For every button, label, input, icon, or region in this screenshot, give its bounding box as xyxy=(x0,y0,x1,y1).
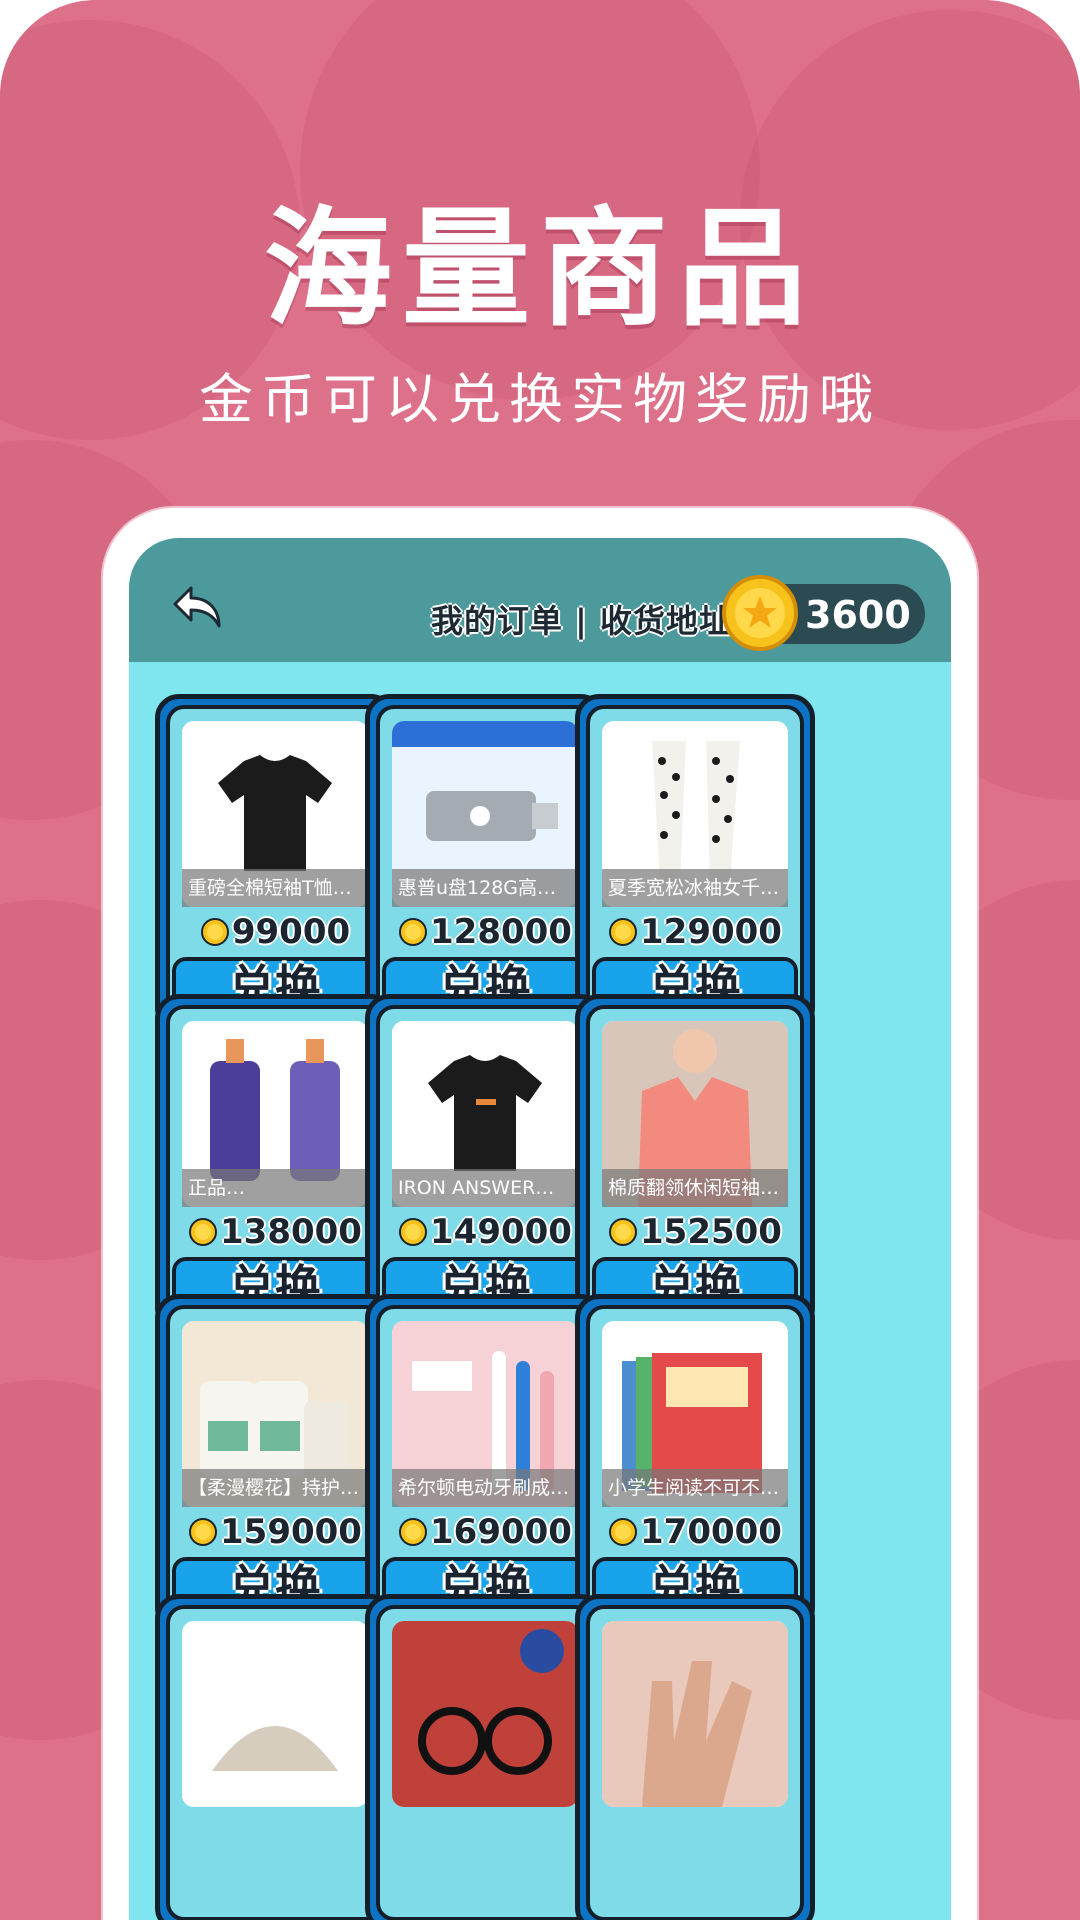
product-price-value: 159000 xyxy=(220,1512,362,1552)
coin-icon xyxy=(609,1218,638,1246)
product-price-value: 169000 xyxy=(430,1512,572,1552)
coin-icon xyxy=(399,1518,428,1546)
promo-poster: 海量商品 金币可以兑换实物奖励哦 我的订单 | 收货地址 3600 重磅全棉短袖… xyxy=(0,0,1080,1920)
product-card[interactable]: 棉质翻领休闲短袖t… 152500 兑换 xyxy=(575,994,815,1332)
product-price: 170000 xyxy=(590,1511,800,1553)
product-name: 棉质翻领休闲短袖t… xyxy=(602,1169,788,1207)
product-card-inner: 【柔漫樱花】持护洗… 159000 兑换 xyxy=(166,1305,384,1621)
product-price: 128000 xyxy=(380,911,590,953)
product-card-inner: 正品… 138000 兑换 xyxy=(166,1005,384,1321)
product-card-inner: IRON ANSWER艾… 149000 兑换 xyxy=(376,1005,594,1321)
product-card[interactable]: 希尔顿电动牙刷成人… 169000 兑换 xyxy=(365,1294,605,1632)
product-price-value: 149000 xyxy=(430,1212,572,1252)
product-price-value: 152500 xyxy=(640,1212,782,1252)
product-name: 重磅全棉短袖T恤装… xyxy=(182,869,368,907)
product-price-value: 129000 xyxy=(640,912,782,952)
product-card[interactable]: 重磅全棉短袖T恤装… 99000 兑换 xyxy=(155,694,395,1032)
product-card-inner: 惠普u盘128G高速3… 128000 兑换 xyxy=(376,705,594,1021)
product-price-value: 138000 xyxy=(220,1212,362,1252)
coin-icon xyxy=(189,1518,218,1546)
product-name: 夏季宽松冰袖女千鸟… xyxy=(602,869,788,907)
product-card[interactable]: 正品… 138000 兑换 xyxy=(155,994,395,1332)
page-headline: 海量商品 xyxy=(263,195,816,344)
product-card-inner xyxy=(376,1605,594,1920)
product-card[interactable]: 惠普u盘128G高速3… 128000 兑换 xyxy=(365,694,605,1032)
product-price: 99000 xyxy=(170,911,380,953)
product-card[interactable]: 小学生阅读不可不… 170000 兑换 xyxy=(575,1294,815,1632)
coin-icon xyxy=(399,1218,428,1246)
product-card-inner: 重磅全棉短袖T恤装… 99000 兑换 xyxy=(166,705,384,1021)
product-card-inner: 希尔顿电动牙刷成人… 169000 兑换 xyxy=(376,1305,594,1621)
coin-icon xyxy=(609,1518,638,1546)
product-name: IRON ANSWER艾… xyxy=(392,1169,578,1207)
product-name: 希尔顿电动牙刷成人… xyxy=(392,1469,578,1507)
hat-image[interactable] xyxy=(182,1621,368,1807)
coin-icon xyxy=(189,1218,218,1246)
app-header: 我的订单 | 收货地址 3600 xyxy=(129,538,951,662)
product-price-value: 99000 xyxy=(231,912,351,952)
product-card-inner: 夏季宽松冰袖女千鸟… 129000 兑换 xyxy=(586,705,804,1021)
orders-address-link[interactable]: 我的订单 | 收货地址 xyxy=(431,596,732,642)
product-price: 129000 xyxy=(590,911,800,953)
coin-icon xyxy=(200,918,229,946)
product-card-inner xyxy=(586,1605,804,1920)
product-price: 152500 xyxy=(590,1211,800,1253)
coin-balance-value: 3600 xyxy=(805,593,911,637)
product-price-value: 128000 xyxy=(430,912,572,952)
product-card-inner: 小学生阅读不可不… 170000 兑换 xyxy=(586,1305,804,1621)
coin-icon xyxy=(609,918,638,946)
glasses-image[interactable] xyxy=(392,1621,578,1807)
product-card-inner xyxy=(166,1605,384,1920)
app-screen: 我的订单 | 收货地址 3600 重磅全棉短袖T恤装… 99000 兑换 惠普u盘12… xyxy=(129,538,951,1920)
product-price-value: 170000 xyxy=(640,1512,782,1552)
product-price: 159000 xyxy=(170,1511,380,1553)
gold-coin-icon xyxy=(722,575,798,651)
product-name: 小学生阅读不可不… xyxy=(602,1469,788,1507)
coin-icon xyxy=(399,918,428,946)
product-card[interactable] xyxy=(575,1594,815,1920)
product-card[interactable]: 【柔漫樱花】持护洗… 159000 兑换 xyxy=(155,1294,395,1632)
back-arrow-icon[interactable] xyxy=(169,582,225,632)
product-price: 138000 xyxy=(170,1211,380,1253)
product-card[interactable] xyxy=(155,1594,395,1920)
product-name: 正品… xyxy=(182,1169,368,1207)
hand-ring-image[interactable] xyxy=(602,1621,788,1807)
product-card[interactable]: 夏季宽松冰袖女千鸟… 129000 兑换 xyxy=(575,694,815,1032)
page-subheadline: 金币可以兑换实物奖励哦 xyxy=(199,368,881,431)
product-card[interactable] xyxy=(365,1594,605,1920)
product-price: 169000 xyxy=(380,1511,590,1553)
product-card-inner: 棉质翻领休闲短袖t… 152500 兑换 xyxy=(586,1005,804,1321)
product-price: 149000 xyxy=(380,1211,590,1253)
phone-mockup: 我的订单 | 收货地址 3600 重磅全棉短袖T恤装… 99000 兑换 惠普u盘12… xyxy=(103,508,977,1920)
product-name: 【柔漫樱花】持护洗… xyxy=(182,1469,368,1507)
product-card[interactable]: IRON ANSWER艾… 149000 兑换 xyxy=(365,994,605,1332)
product-name: 惠普u盘128G高速3… xyxy=(392,869,578,907)
